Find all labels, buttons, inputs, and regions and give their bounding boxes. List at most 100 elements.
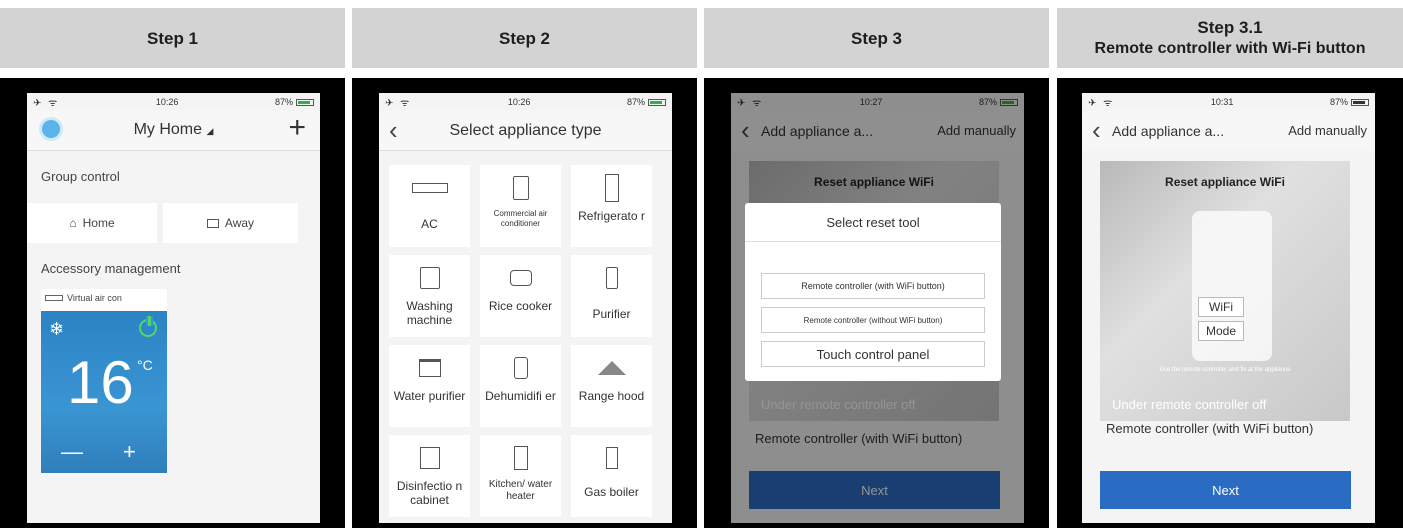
appliance-tile-range-hood[interactable]: Range hood (571, 345, 652, 427)
page-title: Select appliance type (449, 122, 602, 139)
option-remote-without-wifi[interactable]: Remote controller (without WiFi button) (761, 307, 985, 333)
ac-icon (45, 295, 63, 301)
device-card[interactable]: Virtual air con ❄ 16 °C — + (41, 289, 167, 473)
device-name: Virtual air con (45, 293, 122, 303)
appliance-tile-gas-boiler[interactable]: Gas boiler (571, 435, 652, 517)
accessory-management-label: Accessory management (41, 261, 181, 276)
disinfection-cabinet-icon (419, 445, 440, 471)
appliance-tile-purifier[interactable]: Purifier (571, 255, 652, 337)
add-appliance-header: ‹ Add appliance a... Add manually (1082, 111, 1375, 151)
step-2-column: Step 2 ✈ ᯤ 10:26 87% ‹ Select appliance … (352, 0, 697, 528)
step-2-header: Step 2 (352, 8, 697, 68)
step-3-header: Step 3 (704, 8, 1049, 68)
add-button[interactable]: + (288, 113, 306, 143)
house-icon: ⌂ (69, 216, 77, 230)
phone-frame-3: ✈ ᯤ 10:27 87% ‹ Add appliance a... Add m… (704, 78, 1049, 528)
appliance-tile-dehumidifier[interactable]: Dehumidifi er (480, 345, 561, 427)
wifi-key: WiFi (1198, 297, 1244, 317)
status-battery: 87% (1330, 97, 1369, 107)
temp-down-button[interactable]: — (61, 439, 83, 465)
refrigerator-icon (604, 174, 619, 202)
group-control-label: Group control (41, 169, 120, 184)
signal-icon: ✈ ᯤ (385, 98, 412, 109)
battery-icon (648, 98, 666, 106)
status-bar: ✈ ᯤ 10:26 87% (379, 93, 672, 111)
reset-tool-dialog: Select reset tool Remote controller (wit… (745, 203, 1001, 381)
step-3-1-label: Step 3.1 (1197, 18, 1263, 37)
status-bar: ✈ ᯤ 10:31 87% (1082, 93, 1375, 111)
step-3-label: Step 3 (850, 28, 903, 48)
status-battery: 87% (627, 97, 666, 107)
option-touch-panel[interactable]: Touch control panel (761, 341, 985, 367)
away-mode-button[interactable]: Away (163, 203, 298, 243)
status-time: 10:26 (507, 97, 531, 107)
washing-machine-icon (419, 265, 440, 291)
back-icon[interactable]: ‹ (1092, 117, 1101, 143)
door-icon (206, 218, 219, 228)
hero-caption: Use the remote controller and fix at the… (1159, 367, 1291, 373)
under-remote-text: Under remote controller off (1112, 397, 1267, 412)
home-selector[interactable]: My Home ◢ (27, 121, 320, 139)
phone-frame-2: ✈ ᯤ 10:26 87% ‹ Select appliance type AC… (352, 78, 697, 528)
temp-up-button[interactable]: + (123, 439, 136, 465)
appliance-tile-commercial-ac[interactable]: Commercial air conditioner (480, 165, 561, 247)
next-button[interactable]: Next (1100, 471, 1351, 509)
ac-control-tile[interactable]: ❄ 16 °C — + (41, 311, 167, 473)
appliance-tile-rice-cooker[interactable]: Rice cooker (480, 255, 561, 337)
temperature-unit: °C (137, 357, 153, 373)
step-1-column: Step 1 ✈ ᯤ 10:26 87% My Home ◢ + Group c… (0, 0, 345, 528)
page-title: Add appliance a... (1112, 123, 1225, 139)
status-time: 10:26 (155, 97, 179, 107)
appliance-header: ‹ Select appliance type (379, 111, 672, 151)
signal-icon: ✈ ᯤ (33, 98, 60, 109)
appliance-tile-washing-machine[interactable]: Washing machine (389, 255, 470, 337)
status-bar: ✈ ᯤ 10:26 87% (27, 93, 320, 111)
rice-cooker-icon (509, 265, 532, 291)
screen-home: ✈ ᯤ 10:26 87% My Home ◢ + Group control … (27, 93, 320, 523)
phone-frame-1: ✈ ᯤ 10:26 87% My Home ◢ + Group control … (0, 78, 345, 528)
remote-controller-label: Remote controller (with WiFi button) (1106, 421, 1314, 436)
remote-controller-illustration: WiFi Mode (1192, 211, 1272, 361)
screen-reset-wifi: ✈ ᯤ 10:31 87% ‹ Add appliance a... Add m… (1082, 93, 1375, 523)
battery-icon (296, 98, 314, 106)
power-icon[interactable] (139, 316, 157, 337)
temperature-value: 16 (67, 349, 134, 416)
status-battery: 87% (275, 97, 314, 107)
step-1-label: Step 1 (146, 28, 199, 48)
step-1-header: Step 1 (0, 8, 345, 68)
step-3-1-column: Step 3.1 Remote controller with Wi-Fi bu… (1057, 0, 1403, 528)
hero-title: Reset appliance WiFi (1165, 175, 1285, 189)
home-header: My Home ◢ + (27, 111, 320, 151)
mode-key: Mode (1198, 321, 1244, 341)
option-remote-with-wifi[interactable]: Remote controller (with WiFi button) (761, 273, 985, 299)
water-purifier-icon (418, 355, 441, 381)
dehumidifier-icon (513, 355, 528, 381)
reset-wifi-illustration: Reset appliance WiFi WiFi Mode Use the r… (1100, 161, 1350, 421)
battery-icon (1351, 98, 1369, 106)
add-manually-link[interactable]: Add manually (1288, 123, 1367, 138)
appliance-tile-water-purifier[interactable]: Water purifier (389, 345, 470, 427)
dropdown-icon: ◢ (206, 126, 214, 136)
instruction-page: Step 1 ✈ ᯤ 10:26 87% My Home ◢ + Group c… (0, 0, 1403, 528)
step-3-column: Step 3 ✈ ᯤ 10:27 87% ‹ Add appliance a..… (704, 0, 1049, 528)
snowflake-icon: ❄ (49, 319, 65, 339)
step-2-label: Step 2 (498, 28, 551, 48)
signal-icon: ✈ ᯤ (1088, 98, 1115, 109)
commercial-ac-icon (512, 175, 529, 201)
range-hood-icon (597, 355, 626, 381)
appliance-tile-water-heater[interactable]: Kitchen/ water heater (480, 435, 561, 517)
dialog-title: Select reset tool (826, 215, 920, 230)
ac-icon (411, 175, 448, 201)
screen-appliance-type: ✈ ᯤ 10:26 87% ‹ Select appliance type AC… (379, 93, 672, 523)
status-time: 10:31 (1210, 97, 1234, 107)
appliance-tile-ac[interactable]: AC (389, 165, 470, 247)
appliance-tile-refrigerator[interactable]: Refrigerato r (571, 165, 652, 247)
gas-boiler-icon (605, 445, 618, 471)
water-heater-icon (513, 445, 528, 471)
purifier-icon (605, 265, 618, 291)
home-mode-button[interactable]: ⌂ Home (27, 203, 157, 243)
phone-frame-4: ✈ ᯤ 10:31 87% ‹ Add appliance a... Add m… (1057, 78, 1403, 528)
divider (745, 241, 1001, 242)
step-3-1-subtitle: Remote controller with Wi-Fi button (1094, 40, 1366, 57)
appliance-tile-disinfection-cabinet[interactable]: Disinfectio n cabinet (389, 435, 470, 517)
